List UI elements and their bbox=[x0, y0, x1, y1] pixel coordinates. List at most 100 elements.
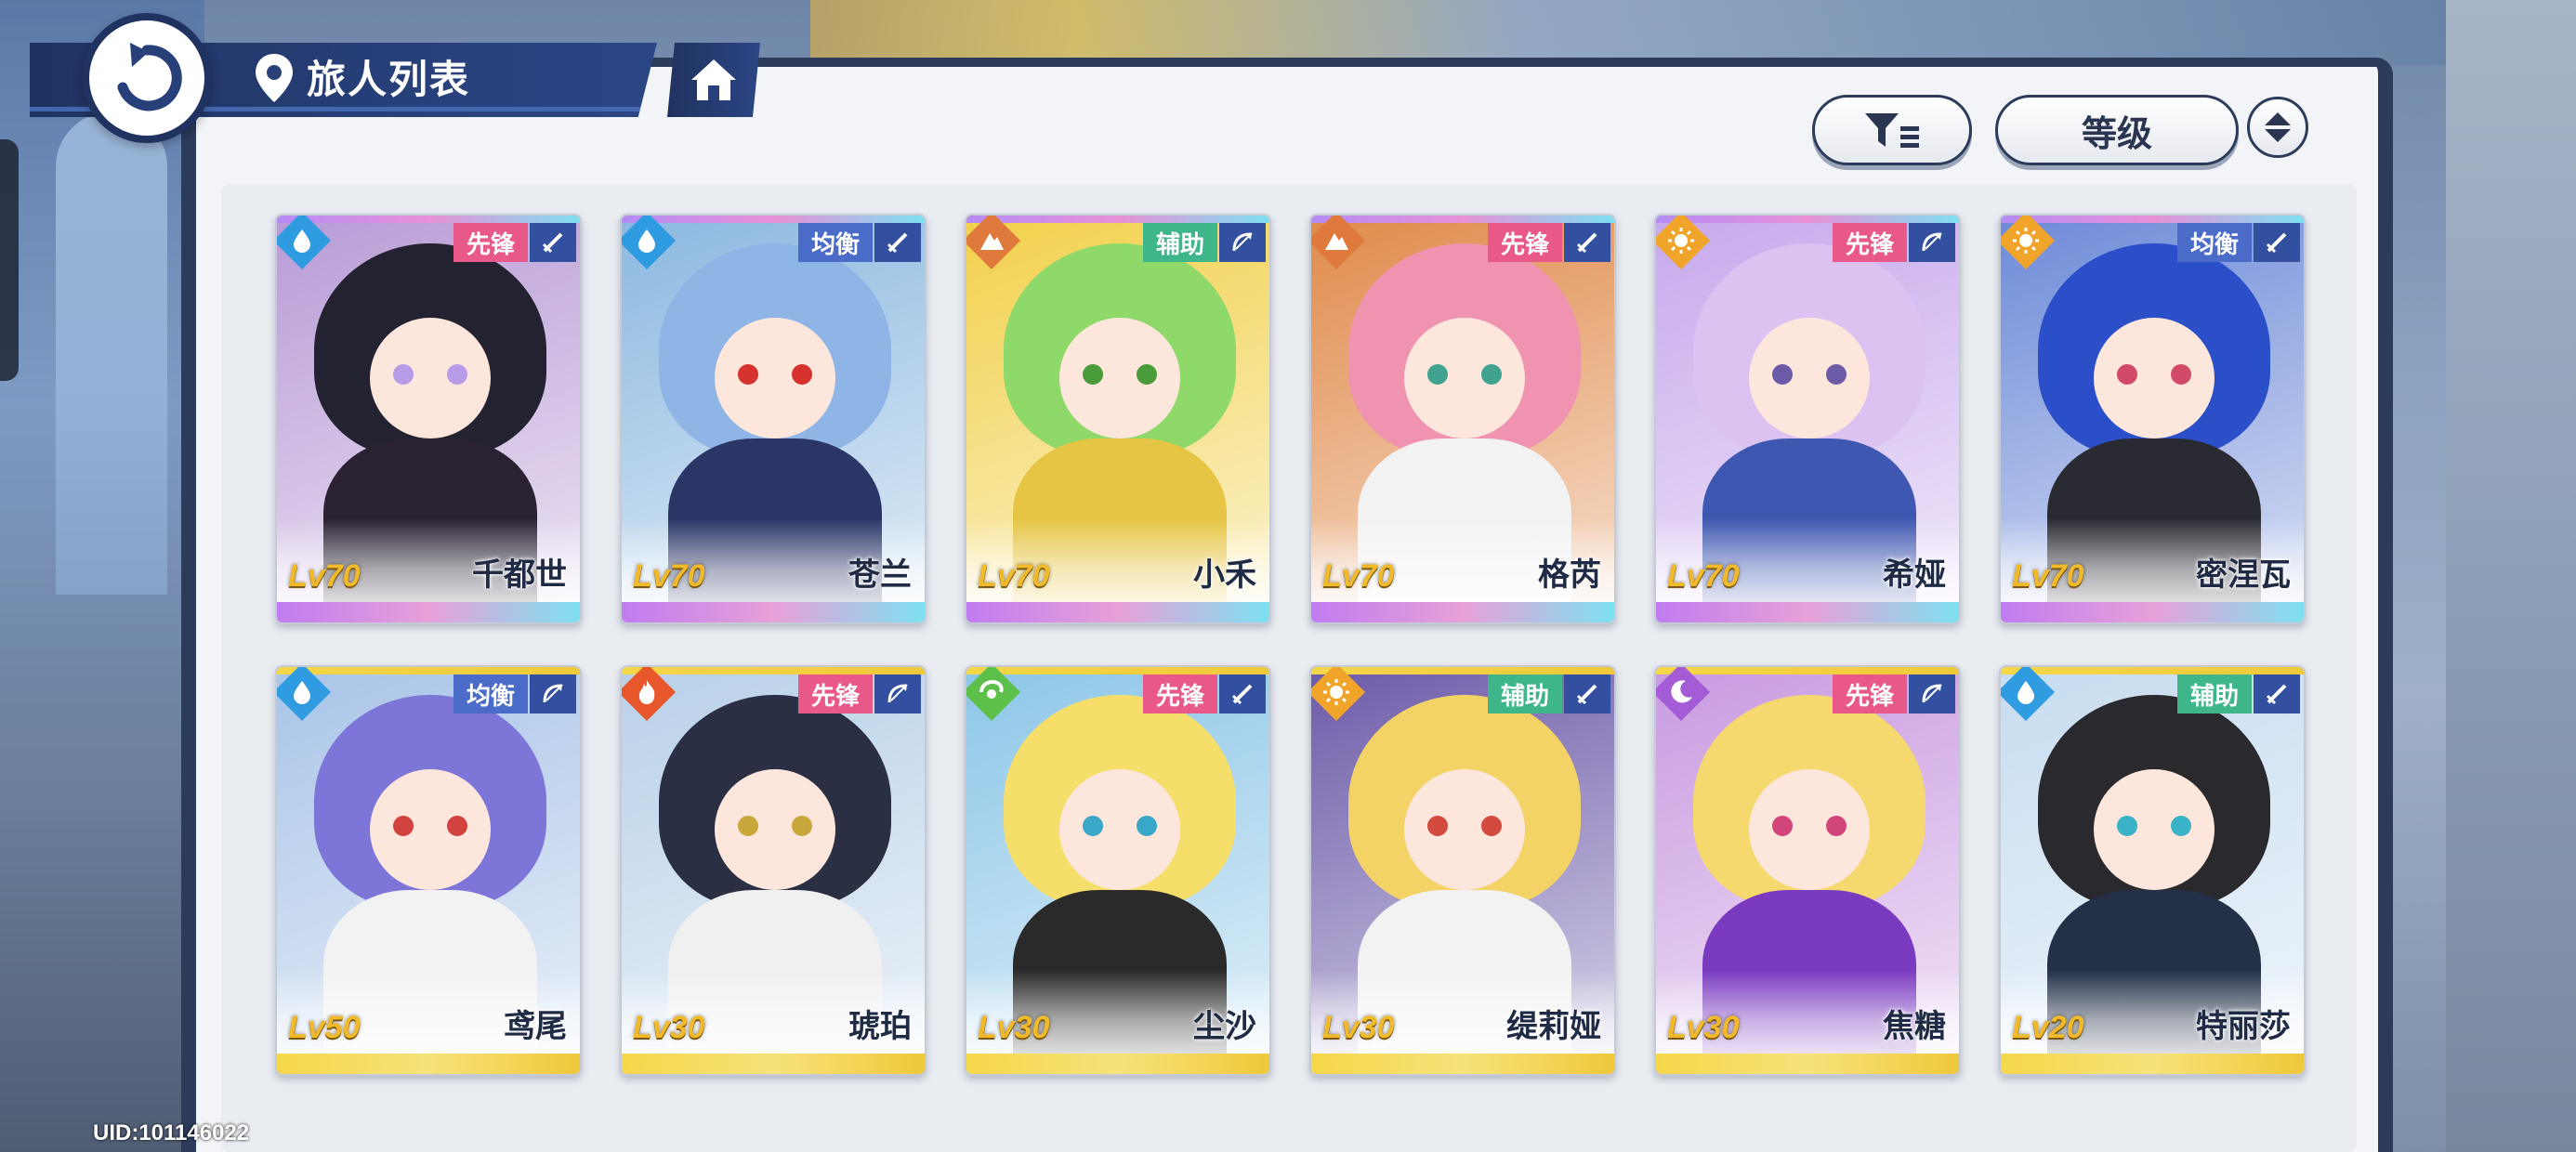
character-name: 小禾 bbox=[1193, 556, 1256, 594]
home-icon bbox=[691, 59, 736, 100]
character-name: 格芮 bbox=[1538, 556, 1601, 594]
bow-icon bbox=[1909, 223, 1955, 262]
sort-order-toggle[interactable] bbox=[2247, 97, 2308, 158]
portrait-eye bbox=[1137, 816, 1157, 836]
role-badge: 先锋 bbox=[1832, 674, 1907, 713]
filter-icon bbox=[1865, 113, 1919, 148]
role-badge: 辅助 bbox=[1142, 223, 1217, 262]
character-name: 鸢尾 bbox=[504, 1008, 567, 1045]
portrait-face bbox=[1749, 769, 1870, 890]
rarity-stripe-top bbox=[2001, 216, 2304, 223]
filter-button[interactable] bbox=[1812, 95, 1972, 165]
portrait-eye bbox=[1481, 816, 1502, 836]
portrait-face bbox=[1059, 769, 1180, 890]
sword-icon bbox=[2254, 223, 2300, 262]
portrait-eye bbox=[738, 816, 758, 836]
sort-descending-icon bbox=[2265, 129, 2291, 142]
portrait-eye bbox=[1772, 816, 1793, 836]
portrait-eye bbox=[1826, 816, 1847, 836]
portrait-face bbox=[1404, 769, 1525, 890]
character-card[interactable]: 辅助 Lv20 特丽莎 bbox=[1999, 665, 2306, 1076]
rarity-stripe-top bbox=[1311, 216, 1614, 223]
portrait-eye bbox=[447, 816, 467, 836]
character-name: 希娅 bbox=[1883, 556, 1946, 594]
character-card[interactable]: 先锋 Lv30 焦糖 bbox=[1654, 665, 1961, 1076]
role-badge: 辅助 bbox=[1487, 674, 1562, 713]
portrait-eye bbox=[738, 364, 758, 385]
character-card[interactable]: 辅助 Lv70 小禾 bbox=[965, 214, 1271, 624]
character-level: Lv70 bbox=[1667, 558, 1740, 594]
home-button[interactable] bbox=[667, 43, 760, 117]
bow-icon bbox=[1909, 674, 1955, 713]
portrait-face bbox=[1404, 318, 1525, 439]
character-level: Lv30 bbox=[1667, 1010, 1740, 1045]
character-level: Lv30 bbox=[1322, 1010, 1395, 1045]
rarity-stripe-bottom bbox=[277, 602, 580, 622]
character-level: Lv20 bbox=[2012, 1010, 2084, 1045]
sword-icon bbox=[1564, 674, 1610, 713]
sort-ascending-icon bbox=[2265, 112, 2291, 125]
location-pin-icon bbox=[256, 54, 293, 102]
portrait-face bbox=[2094, 769, 2215, 890]
role-badge: 先锋 bbox=[1487, 223, 1562, 262]
rarity-stripe-top bbox=[277, 667, 580, 674]
character-level: Lv70 bbox=[978, 558, 1050, 594]
character-name: 焦糖 bbox=[1883, 1008, 1946, 1045]
character-card[interactable]: 均衡 Lv70 苍兰 bbox=[620, 214, 927, 624]
rarity-stripe-top bbox=[277, 216, 580, 223]
character-card[interactable]: 均衡 Lv50 鸢尾 bbox=[275, 665, 582, 1076]
portrait-face bbox=[2094, 318, 2215, 439]
character-card[interactable]: 先锋 Lv70 千都世 bbox=[275, 214, 582, 624]
portrait-eye bbox=[393, 816, 414, 836]
rarity-stripe-top bbox=[966, 216, 1269, 223]
character-card[interactable]: 先锋 Lv70 希娅 bbox=[1654, 214, 1961, 624]
background-window bbox=[56, 111, 167, 595]
portrait-face bbox=[715, 769, 835, 890]
character-card[interactable]: 先锋 Lv30 琥珀 bbox=[620, 665, 927, 1076]
portrait-face bbox=[370, 318, 491, 439]
character-name: 密涅瓦 bbox=[2196, 556, 2291, 594]
rarity-stripe-top bbox=[1656, 667, 1959, 674]
character-name: 苍兰 bbox=[848, 556, 912, 594]
rarity-stripe-bottom bbox=[966, 1054, 1269, 1074]
character-card[interactable]: 辅助 Lv30 缇莉娅 bbox=[1309, 665, 1616, 1076]
character-card[interactable]: 先锋 Lv30 尘沙 bbox=[965, 665, 1271, 1076]
background-scenery-top bbox=[810, 0, 2576, 65]
character-level: Lv70 bbox=[288, 558, 361, 594]
character-card[interactable]: 均衡 Lv70 密涅瓦 bbox=[1999, 214, 2306, 624]
rarity-stripe-bottom bbox=[1656, 602, 1959, 622]
rarity-stripe-bottom bbox=[1311, 1054, 1614, 1074]
rarity-stripe-bottom bbox=[1311, 602, 1614, 622]
portrait-eye bbox=[792, 816, 812, 836]
portrait-eye bbox=[1772, 364, 1793, 385]
portrait-face bbox=[1749, 318, 1870, 439]
rarity-stripe-top bbox=[1311, 667, 1614, 674]
sort-by-level-button[interactable]: 等级 bbox=[1995, 95, 2239, 165]
sword-icon bbox=[874, 223, 921, 262]
portrait-eye bbox=[393, 364, 414, 385]
rarity-stripe-top bbox=[622, 216, 925, 223]
page-title: 旅人列表 bbox=[307, 57, 471, 102]
rarity-stripe-bottom bbox=[2001, 1054, 2304, 1074]
rarity-stripe-bottom bbox=[622, 602, 925, 622]
portrait-eye bbox=[2117, 364, 2137, 385]
character-level: Lv30 bbox=[633, 1010, 705, 1045]
back-arrow-icon bbox=[117, 43, 182, 111]
portrait-eye bbox=[1481, 364, 1502, 385]
role-badge: 均衡 bbox=[797, 223, 873, 262]
background-scenery-right bbox=[2446, 0, 2576, 1152]
character-card[interactable]: 先锋 Lv70 格芮 bbox=[1309, 214, 1616, 624]
side-handle bbox=[0, 139, 19, 381]
rarity-stripe-bottom bbox=[2001, 602, 2304, 622]
role-badge: 先锋 bbox=[1142, 674, 1217, 713]
role-badge: 先锋 bbox=[1832, 223, 1907, 262]
role-badge: 均衡 bbox=[453, 674, 528, 713]
character-name: 琥珀 bbox=[848, 1008, 912, 1045]
back-button[interactable] bbox=[82, 13, 212, 143]
rarity-stripe-top bbox=[1656, 216, 1959, 223]
role-badge: 先锋 bbox=[797, 674, 873, 713]
character-name: 特丽莎 bbox=[2196, 1008, 2291, 1045]
portrait-face bbox=[370, 769, 491, 890]
rarity-stripe-top bbox=[622, 667, 925, 674]
rarity-stripe-bottom bbox=[966, 602, 1269, 622]
